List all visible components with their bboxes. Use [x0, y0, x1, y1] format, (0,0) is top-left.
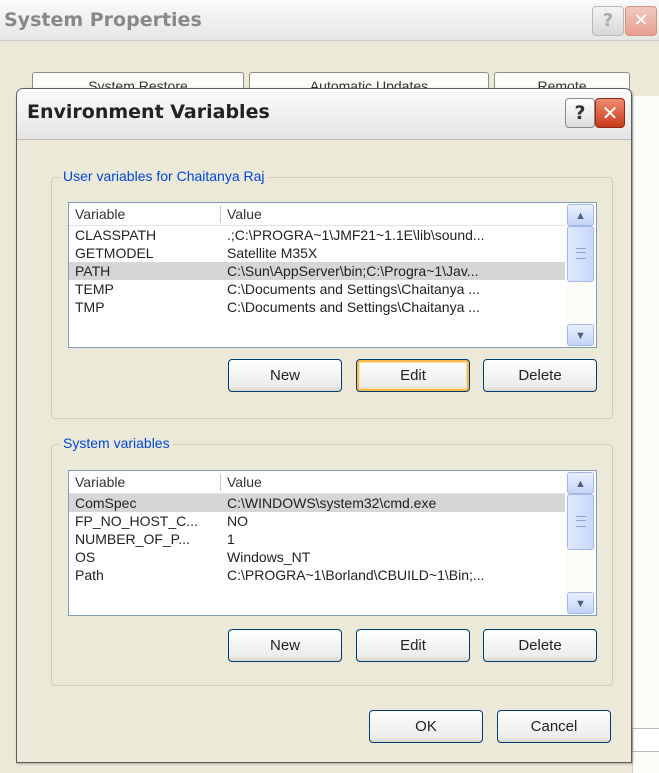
column-header-value[interactable]: Value [227, 474, 262, 490]
grip-icon [576, 248, 586, 259]
system-variables-legend: System variables [60, 435, 173, 451]
system-new-button[interactable]: New [228, 629, 342, 662]
cancel-button[interactable]: Cancel [497, 710, 611, 743]
grip-icon [576, 516, 586, 527]
scroll-up-icon[interactable]: ▲ [567, 204, 594, 226]
user-edit-button[interactable]: Edit [356, 359, 470, 392]
system-properties-titlebar: System Properties ? ✕ [0, 0, 659, 41]
list-header: Variable Value [69, 471, 565, 494]
variable-value: C:\Documents and Settings\Chaitanya ... [227, 299, 480, 315]
help-icon[interactable]: ? [592, 6, 624, 36]
scroll-up-icon[interactable]: ▲ [567, 472, 594, 494]
variable-name: Path [75, 567, 104, 583]
scroll-down-icon[interactable]: ▼ [567, 592, 594, 614]
environment-variables-dialog: Environment Variables ? ✕ User variables… [16, 88, 632, 763]
user-variables-group: User variables for Chaitanya Raj Variabl… [51, 168, 613, 419]
variable-name: TEMP [75, 281, 114, 297]
variable-value: Windows_NT [227, 549, 311, 565]
list-row[interactable]: Path C:\PROGRA~1\Borland\CBUILD~1\Bin;..… [69, 566, 565, 584]
list-row[interactable]: TEMP C:\Documents and Settings\Chaitanya… [69, 280, 565, 298]
variable-name: OS [75, 549, 96, 565]
user-new-button[interactable]: New [228, 359, 342, 392]
user-variables-legend: User variables for Chaitanya Raj [60, 168, 268, 184]
system-edit-button[interactable]: Edit [356, 629, 470, 662]
variable-name: PATH [75, 263, 111, 279]
dialog-title: Environment Variables [27, 101, 270, 123]
system-delete-button[interactable]: Delete [483, 629, 597, 662]
list-row[interactable]: FP_NO_HOST_C... NO [69, 512, 565, 530]
system-variables-rows: ComSpec C:\WINDOWS\system32\cmd.exe FP_N… [69, 494, 565, 584]
user-variables-list[interactable]: Variable Value CLASSPATH .;C:\PROGRA~1\J… [68, 202, 597, 348]
scroll-thumb[interactable] [567, 494, 594, 550]
close-icon[interactable]: ✕ [625, 6, 657, 36]
list-row-selected[interactable]: PATH C:\Sun\AppServer\bin;C:\Progra~1\Ja… [69, 262, 565, 280]
background-panel-edge [632, 96, 659, 773]
variable-value: C:\PROGRA~1\Borland\CBUILD~1\Bin;... [227, 567, 485, 583]
scroll-thumb[interactable] [567, 226, 594, 282]
vertical-scrollbar[interactable]: ▲ ▼ [566, 471, 595, 615]
variable-value: .;C:\PROGRA~1\JMF21~1.1E\lib\sound... [227, 227, 485, 243]
system-variables-list[interactable]: Variable Value ComSpec C:\WINDOWS\system… [68, 470, 597, 616]
variable-value: Satellite M35X [227, 245, 318, 261]
variable-name: CLASSPATH [75, 227, 157, 243]
list-row[interactable]: TMP C:\Documents and Settings\Chaitanya … [69, 298, 565, 316]
help-icon[interactable]: ? [565, 98, 595, 128]
variable-value: C:\Sun\AppServer\bin;C:\Progra~1\Jav... [227, 263, 479, 279]
list-row[interactable]: OS Windows_NT [69, 548, 565, 566]
variable-value: C:\WINDOWS\system32\cmd.exe [227, 495, 437, 511]
variable-name: FP_NO_HOST_C... [75, 513, 198, 529]
user-delete-button[interactable]: Delete [483, 359, 597, 392]
vertical-scrollbar[interactable]: ▲ ▼ [566, 203, 595, 347]
dialog-titlebar: Environment Variables ? ✕ [17, 89, 631, 140]
list-row[interactable]: CLASSPATH .;C:\PROGRA~1\JMF21~1.1E\lib\s… [69, 226, 565, 244]
system-variables-group: System variables Variable Value ComSpec … [51, 435, 613, 686]
column-divider[interactable] [220, 206, 221, 223]
variable-name: TMP [75, 299, 105, 315]
variable-value: 1 [227, 531, 235, 547]
list-header: Variable Value [69, 203, 565, 226]
list-row-selected[interactable]: ComSpec C:\WINDOWS\system32\cmd.exe [69, 494, 565, 512]
variable-value: NO [227, 513, 248, 529]
variable-value: C:\Documents and Settings\Chaitanya ... [227, 281, 480, 297]
column-header-variable[interactable]: Variable [75, 206, 125, 222]
column-divider[interactable] [220, 474, 221, 491]
column-header-value[interactable]: Value [227, 206, 262, 222]
system-properties-title: System Properties [4, 9, 202, 31]
ok-button[interactable]: OK [369, 710, 483, 743]
column-header-variable[interactable]: Variable [75, 474, 125, 490]
background-button-edge [632, 728, 659, 752]
list-row[interactable]: GETMODEL Satellite M35X [69, 244, 565, 262]
variable-name: GETMODEL [75, 245, 154, 261]
list-row[interactable]: NUMBER_OF_P... 1 [69, 530, 565, 548]
variable-name: NUMBER_OF_P... [75, 531, 190, 547]
user-variables-rows: CLASSPATH .;C:\PROGRA~1\JMF21~1.1E\lib\s… [69, 226, 565, 316]
close-icon[interactable]: ✕ [595, 98, 625, 128]
variable-name: ComSpec [75, 495, 137, 511]
scroll-down-icon[interactable]: ▼ [567, 324, 594, 346]
